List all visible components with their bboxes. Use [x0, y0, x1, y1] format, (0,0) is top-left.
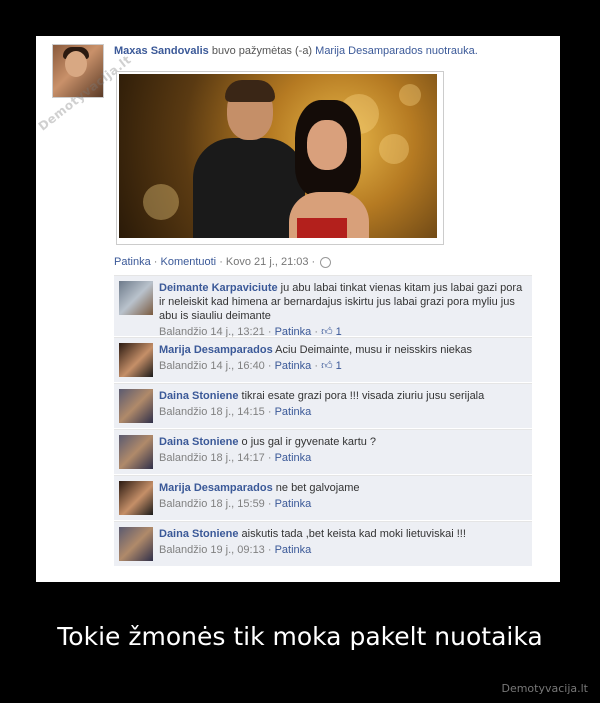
- comment-like-link[interactable]: Patinka: [275, 360, 312, 372]
- comment-like-link[interactable]: Patinka: [275, 406, 312, 418]
- comment-text: Daina Stoniene o jus gal ir gyvenate kar…: [159, 435, 527, 465]
- photo-woman: [279, 100, 379, 238]
- commenter-avatar[interactable]: [119, 281, 153, 315]
- commenter-name[interactable]: Deimante Karpaviciute: [159, 282, 278, 294]
- comment-time[interactable]: Balandžio 18 j., 14:15: [159, 406, 265, 418]
- comment-text: Marija Desamparados ne bet galvojame Bala…: [159, 481, 527, 511]
- comment-item: Deimante Karpaviciute ju abu labai tinka…: [114, 275, 532, 339]
- comment-body: aiskutis tada ,bet keista kad moki lietu…: [238, 528, 466, 540]
- comment-body: o jus gal ir gyvenate kartu ?: [238, 436, 377, 448]
- commenter-avatar[interactable]: [119, 527, 153, 561]
- separator: ·: [264, 498, 275, 510]
- globe-icon: [320, 256, 332, 268]
- separator: ·: [308, 256, 319, 268]
- actor-name[interactable]: Maxas Sandovalis: [114, 45, 209, 57]
- comment-item: Daina Stoniene tikrai esate grazi pora !…: [114, 383, 532, 428]
- caption: Tokie žmonės tik moka pakelt nuotaika: [57, 622, 543, 651]
- separator: ·: [264, 544, 275, 556]
- post-actions: Patinka · Komentuoti · Kovo 21 j., 21:03…: [114, 256, 332, 268]
- comment-body: tikrai esate grazi pora !!! visada ziuri…: [238, 390, 485, 402]
- comment-text: Daina Stoniene aiskutis tada ,bet keista…: [159, 527, 527, 557]
- photo-image: [119, 74, 437, 238]
- comment-list: Deimante Karpaviciute ju abu labai tinka…: [114, 275, 532, 567]
- comment-meta: Balandžio 18 j., 15:59 · Patinka: [159, 497, 527, 511]
- comment-like-link[interactable]: Patinka: [275, 498, 312, 510]
- comment-meta: Balandžio 18 j., 14:15 · Patinka: [159, 405, 527, 419]
- post-photo[interactable]: [116, 71, 444, 245]
- commenter-name[interactable]: Daina Stoniene: [159, 390, 238, 402]
- story-middle: buvo pažymėtas (-a): [208, 45, 316, 57]
- comment-time[interactable]: Balandžio 18 j., 14:17: [159, 452, 265, 464]
- like-count[interactable]: 1: [336, 360, 342, 372]
- comment-body: Aciu Deimainte, musu ir neisskirs niekas: [272, 344, 473, 356]
- commenter-name[interactable]: Daina Stoniene: [159, 528, 238, 540]
- comment-item: Daina Stoniene aiskutis tada ,bet keista…: [114, 521, 532, 566]
- separator: ·: [264, 452, 275, 464]
- comment-like-link[interactable]: Patinka: [275, 544, 312, 556]
- comment-time[interactable]: Balandžio 18 j., 15:59: [159, 498, 265, 510]
- comment-item: Daina Stoniene o jus gal ir gyvenate kar…: [114, 429, 532, 474]
- comment-text: Deimante Karpaviciute ju abu labai tinka…: [159, 281, 527, 339]
- facebook-post-frame: Demotyvacija.lt Maxas Sandovalis buvo pa…: [36, 36, 560, 582]
- separator: ·: [311, 360, 322, 372]
- brand[interactable]: Demotyvacija.lt: [501, 682, 588, 695]
- commenter-avatar[interactable]: [119, 389, 153, 423]
- comment-time[interactable]: Balandžio 14 j., 16:40: [159, 360, 265, 372]
- comment-link[interactable]: Komentuoti: [160, 256, 216, 268]
- commenter-avatar[interactable]: [119, 343, 153, 377]
- comment-like-link[interactable]: Patinka: [275, 452, 312, 464]
- post-time[interactable]: Kovo 21 j., 21:03: [226, 256, 309, 268]
- separator: ·: [264, 406, 275, 418]
- avatar-face: [65, 51, 87, 77]
- separator: ·: [216, 256, 226, 268]
- comment-meta: Balandžio 14 j., 16:40 · Patinka · 👍︎ 1: [159, 359, 527, 373]
- like-link[interactable]: Patinka: [114, 256, 151, 268]
- story-line: Maxas Sandovalis buvo pažymėtas (-a) Mar…: [114, 45, 478, 57]
- comment-time[interactable]: Balandžio 19 j., 09:13: [159, 544, 265, 556]
- commenter-name[interactable]: Marija Desamparados: [159, 344, 273, 356]
- comment-item: Marija Desamparados ne bet galvojame Bala…: [114, 475, 532, 520]
- comment-item: Marija Desamparados Aciu Deimainte, musu…: [114, 337, 532, 382]
- separator: ·: [264, 360, 275, 372]
- comment-meta: Balandžio 19 j., 09:13 · Patinka: [159, 543, 527, 557]
- comment-text: Daina Stoniene tikrai esate grazi pora !…: [159, 389, 527, 419]
- commenter-name[interactable]: Daina Stoniene: [159, 436, 238, 448]
- commenter-avatar[interactable]: [119, 481, 153, 515]
- commenter-name[interactable]: Marija Desamparados: [159, 482, 273, 494]
- comment-meta: Balandžio 18 j., 14:17 · Patinka: [159, 451, 527, 465]
- commenter-avatar[interactable]: [119, 435, 153, 469]
- comment-body: ne bet galvojame: [272, 482, 360, 494]
- comment-text: Marija Desamparados Aciu Deimainte, musu…: [159, 343, 527, 373]
- tagged-photo-link[interactable]: Marija Desamparados nuotrauka.: [315, 45, 478, 57]
- thumbs-up-icon[interactable]: 👍︎: [321, 360, 333, 372]
